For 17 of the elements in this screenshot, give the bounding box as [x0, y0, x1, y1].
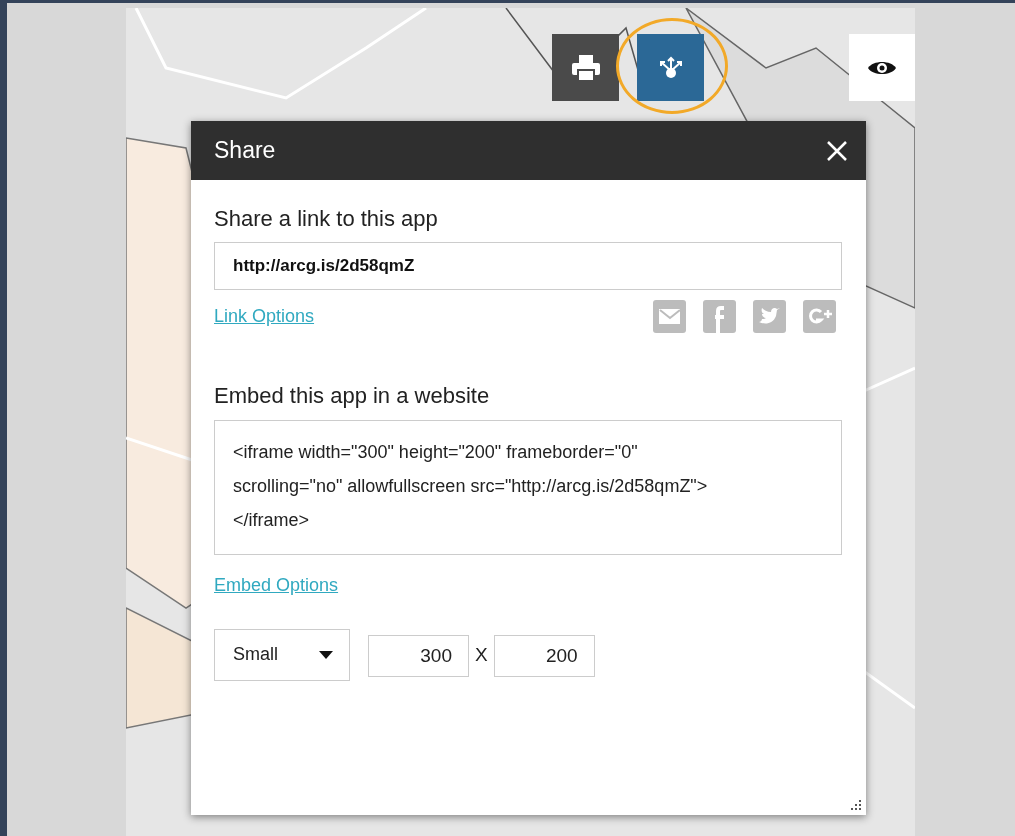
resize-grip-icon[interactable] [850, 799, 862, 811]
embed-code-field[interactable]: <iframe width="300" height="200" frameborder="0" scrolling="no" allowfullscreen src="http://arcg.is/2d58qmZ"></iframe> [214, 419, 842, 555]
section-heading: Share a link to this app [214, 206, 439, 233]
height-field[interactable]: 200 [493, 634, 595, 677]
share-button[interactable] [637, 34, 704, 101]
url-field[interactable]: http://arcg.is/2d58qmZ [214, 242, 842, 291]
size-dropdown[interactable]: Small [214, 628, 350, 681]
dimension-separator: X [475, 642, 488, 667]
caret-icon [319, 650, 333, 659]
printer-icon [570, 53, 601, 82]
layers-button[interactable] [849, 34, 915, 101]
width-field[interactable]: 300 [368, 634, 469, 677]
dialog-title: Share [214, 136, 276, 166]
section-heading: Embed this app in a website [214, 383, 491, 410]
print-button[interactable] [552, 34, 619, 101]
share-icon [657, 54, 684, 81]
close-button[interactable] [826, 139, 848, 162]
